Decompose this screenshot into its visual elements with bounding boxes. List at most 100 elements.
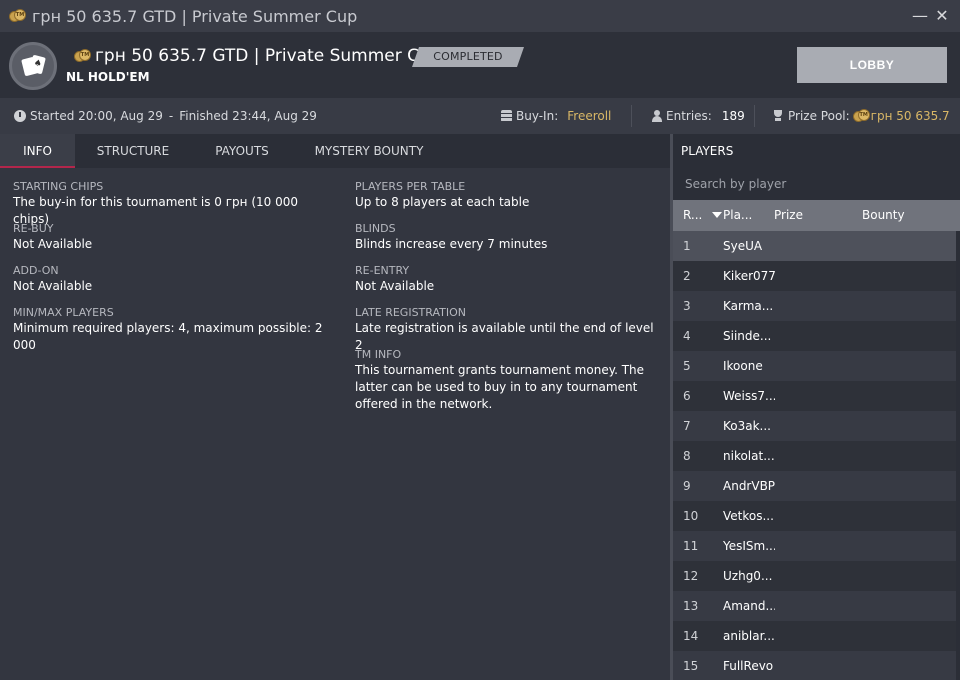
field-value: Up to 8 players at each table [355, 195, 530, 209]
reentry-field: RE-ENTRY Not Available [355, 264, 660, 295]
player-name: AndrVBP [723, 479, 775, 493]
tournament-header: ♠ TM грн 50 635.7 GTD | Private Summer C… [0, 32, 960, 98]
late-registration-field: LATE REGISTRATION Late registration is a… [355, 306, 660, 354]
tournament-title-text: грн 50 635.7 GTD | Private Summer Cup [95, 46, 441, 66]
divider [631, 105, 632, 127]
player-rank: 1 [683, 239, 691, 253]
min-max-players-field: MIN/MAX PLAYERS Minimum required players… [13, 306, 333, 354]
starting-chips-field: STARTING CHIPS The buy-in for this tourn… [13, 180, 333, 228]
field-label: LATE REGISTRATION [355, 306, 466, 319]
rebuy-field: RE-BUY Not Available [13, 222, 333, 253]
tournament-title: TM грн 50 635.7 GTD | Private Summer Cup [74, 46, 441, 66]
window-title: грн 50 635.7 GTD | Private Summer Cup [32, 6, 358, 26]
info-panel: STARTING CHIPS The buy-in for this tourn… [0, 168, 670, 680]
player-name: YesISm... [723, 539, 775, 553]
table-row[interactable]: 15FullRevoTMгрн 278.5TMгрн 0 [673, 651, 960, 680]
field-label: RE-BUY [13, 222, 54, 235]
field-label: TM INFO [355, 348, 402, 361]
player-name: Uzhg0... [723, 569, 773, 583]
player-name: Vetkos... [723, 509, 774, 523]
player-rank: 6 [683, 389, 691, 403]
table-row[interactable]: 12Uzhg0...TMгрн 354.4TMгрн 0 [673, 561, 960, 591]
player-search-input[interactable] [676, 168, 960, 200]
column-player[interactable]: Pla... [723, 200, 752, 231]
minimize-button[interactable]: — [910, 6, 930, 26]
player-name: nikolat... [723, 449, 775, 463]
table-row[interactable]: 6Weiss7...TMгрн 1 341.8TMгрн 1 392.5 [673, 381, 960, 411]
trophy-icon [772, 110, 784, 122]
field-value: This tournament grants tournament money.… [355, 363, 645, 411]
tab-info[interactable]: INFO [0, 134, 75, 168]
player-rank: 13 [683, 599, 699, 613]
field-value: Not Available [355, 279, 435, 293]
tab-structure[interactable]: STRUCTURE [85, 134, 181, 168]
table-row[interactable]: 13Amand...TMгрн 354.4TMгрн 0 [673, 591, 960, 621]
time-separator: - [168, 109, 174, 123]
field-value: Minimum required players: 4, maximum pos… [13, 321, 323, 352]
table-row[interactable]: 1SyeUATMгрн 5 253.5TMгрн 11 714.4 [673, 231, 960, 261]
column-rank[interactable]: R... [683, 200, 702, 231]
field-label: ADD-ON [13, 264, 59, 277]
table-row[interactable]: 9AndrVBPTMгрн 595TMгрн 194.8 [673, 471, 960, 501]
tab-bar: INFO STRUCTURE PAYOUTS MYSTERY BOUNTY [0, 134, 670, 168]
tab-mystery-bounty[interactable]: MYSTERY BOUNTY [305, 134, 433, 168]
players-per-table-field: PLAYERS PER TABLE Up to 8 players at eac… [355, 180, 660, 211]
player-rank: 12 [683, 569, 699, 583]
schedule: Started 20:00, Aug 29 - Finished 23:44, … [14, 98, 317, 134]
player-name: Ikoone [723, 359, 763, 373]
player-name: Weiss7... [723, 389, 775, 403]
player-name: FullRevo [723, 659, 774, 673]
field-label: MIN/MAX PLAYERS [13, 306, 114, 319]
table-row[interactable]: 3Karma...TMгрн 2 405.2TMгрн 389.6 [673, 291, 960, 321]
field-value: Not Available [13, 279, 93, 293]
title-bar: TM грн 50 635.7 GTD | Private Summer Cup… [0, 0, 960, 32]
table-row[interactable]: 5IkooneTMгрн 1 645.7TMгрн 4 518.5 [673, 351, 960, 381]
scrollbar[interactable] [956, 231, 960, 680]
player-name: Ko3ak... [723, 419, 771, 433]
table-row[interactable]: 7Ko3ak...TMгрн 1 088.7TMгрн 0 [673, 411, 960, 441]
table-row[interactable]: 10Vetkos...TMгрн 430.4TMгрн 389.6 [673, 501, 960, 531]
tm-info-field: TM INFO This tournament grants tournamen… [355, 348, 660, 413]
prize-pool-label: Prize Pool: [788, 109, 850, 123]
table-row[interactable]: 11YesISm...TMгрн 354.4TMгрн 0 [673, 531, 960, 561]
player-name: SyeUA [723, 239, 763, 253]
players-panel: PLAYERS R... Pla... Prize Bounty 1SyeUAT… [670, 134, 960, 680]
column-prize[interactable]: Prize [774, 200, 803, 231]
entries-value: 189 [721, 109, 745, 123]
player-name: aniblar... [723, 629, 775, 643]
field-label: BLINDS [355, 222, 396, 235]
table-row[interactable]: 14aniblar...TMгрн 278.5TMгрн 0 [673, 621, 960, 651]
player-rank: 2 [683, 269, 691, 283]
close-button[interactable]: ✕ [932, 6, 952, 26]
addon-field: ADD-ON Not Available [13, 264, 333, 295]
player-rank: 15 [683, 659, 699, 673]
players-table-header: R... Pla... Prize Bounty [673, 200, 960, 231]
tournament-money-icon: TM [9, 9, 27, 23]
player-name: Siinde... [723, 329, 772, 343]
status-badge: COMPLETED [412, 47, 524, 67]
tournament-money-icon: TM [852, 109, 871, 123]
divider [754, 105, 755, 127]
player-rank: 7 [683, 419, 691, 433]
player-rank: 11 [683, 539, 699, 553]
table-row[interactable]: 4Siinde...TMгрн 1 898.8TMгрн 379.8 [673, 321, 960, 351]
table-row[interactable]: 8nikolat...TMгрн 886.1TMгрн 1 392.5 [673, 441, 960, 471]
field-label: PLAYERS PER TABLE [355, 180, 466, 193]
player-name: Kiker077 [723, 269, 775, 283]
players-heading: PLAYERS [681, 144, 734, 158]
buyin: Buy-In: Freeroll [501, 98, 611, 134]
player-rank: 10 [683, 509, 699, 523]
sort-descending-icon[interactable] [712, 212, 722, 218]
player-name: Karma... [723, 299, 774, 313]
player-rank: 14 [683, 629, 699, 643]
chip-stack-icon [501, 110, 512, 122]
column-bounty[interactable]: Bounty [862, 200, 905, 231]
table-row[interactable]: 2Kiker077TMгрн 5 190.2TMгрн 4 372.2 [673, 261, 960, 291]
started-time: Started 20:00, Aug 29 [30, 109, 163, 123]
lobby-button[interactable]: LOBBY [797, 47, 947, 83]
player-rank: 5 [683, 359, 691, 373]
field-label: STARTING CHIPS [13, 180, 104, 193]
blinds-field: BLINDS Blinds increase every 7 minutes [355, 222, 660, 253]
tournament-info-strip: Started 20:00, Aug 29 - Finished 23:44, … [0, 98, 960, 134]
tab-payouts[interactable]: PAYOUTS [200, 134, 284, 168]
